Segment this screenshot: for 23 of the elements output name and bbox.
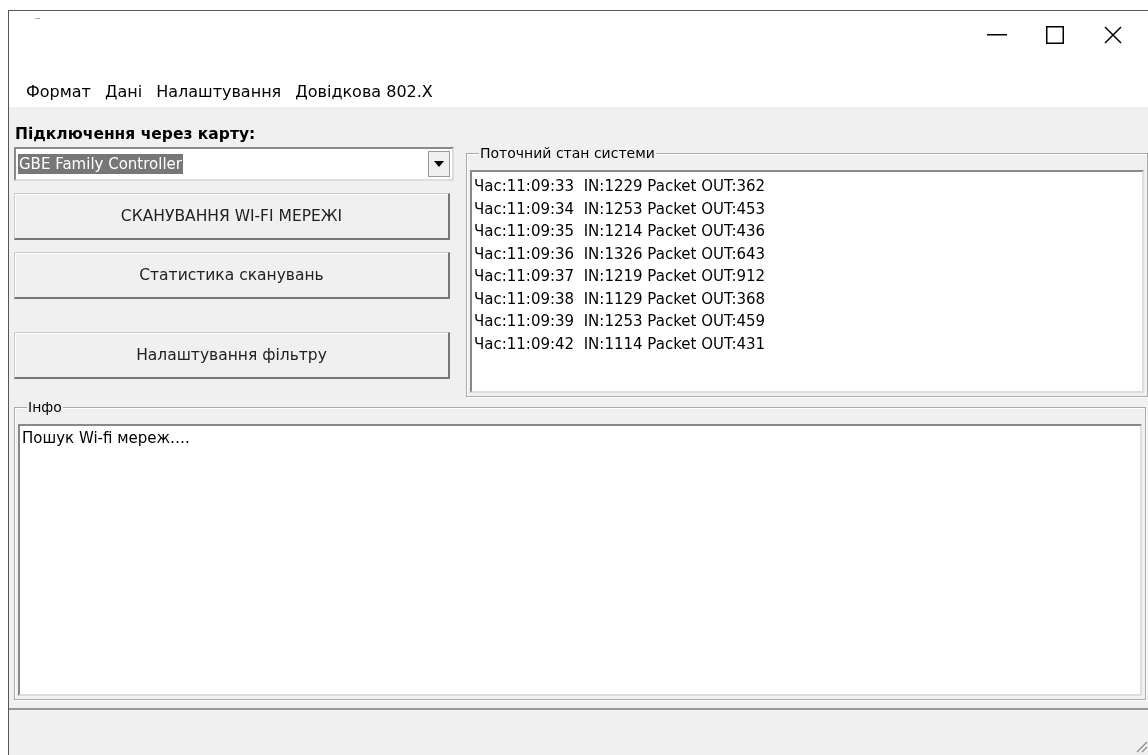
log-line: Час:11:09:33 IN:1229 Packet OUT:362	[474, 176, 767, 197]
action-button[interactable]: СКАНУВАННЯ WI-FI МЕРЕЖІ	[14, 193, 450, 240]
adapter-label: Підключення через карту:	[14, 125, 257, 145]
action-button[interactable]: Статистика сканувань	[14, 252, 450, 299]
resize-grip-icon[interactable]	[1134, 739, 1148, 753]
menu-item[interactable]: Дані	[97, 81, 150, 101]
log-line: Час:11:09:42 IN:1114 Packet OUT:431	[474, 333, 767, 355]
log-line: Час:11:09:36 IN:1326 Packet OUT:643	[474, 243, 767, 265]
log-line: Час:11:09:39 IN:1253 Packet OUT:459	[474, 311, 767, 332]
menu-item[interactable]: Довідкова 802.X	[288, 81, 440, 101]
close-icon[interactable]	[1104, 26, 1122, 44]
menu-item[interactable]: Налаштування	[149, 81, 289, 101]
minimize-icon[interactable]	[987, 34, 1007, 36]
adapter-dropdown[interactable]: GBE Family Controller	[14, 147, 454, 181]
menu-item[interactable]: Формат	[19, 81, 98, 101]
log-line: Час:11:09:38 IN:1129 Packet OUT:368	[474, 288, 767, 310]
log-line: Час:11:09:37 IN:1219 Packet OUT:912	[474, 266, 767, 287]
window-title: ‾	[35, 17, 40, 28]
action-button[interactable]: Налаштування фільтру	[14, 332, 450, 379]
info-text: Пошук Wi-fi мереж….	[22, 429, 190, 447]
log-line: Час:11:09:35 IN:1214 Packet OUT:436	[474, 221, 767, 242]
maximize-icon[interactable]	[1046, 26, 1064, 44]
log-line: Час:11:09:34 IN:1253 Packet OUT:453	[474, 198, 767, 220]
